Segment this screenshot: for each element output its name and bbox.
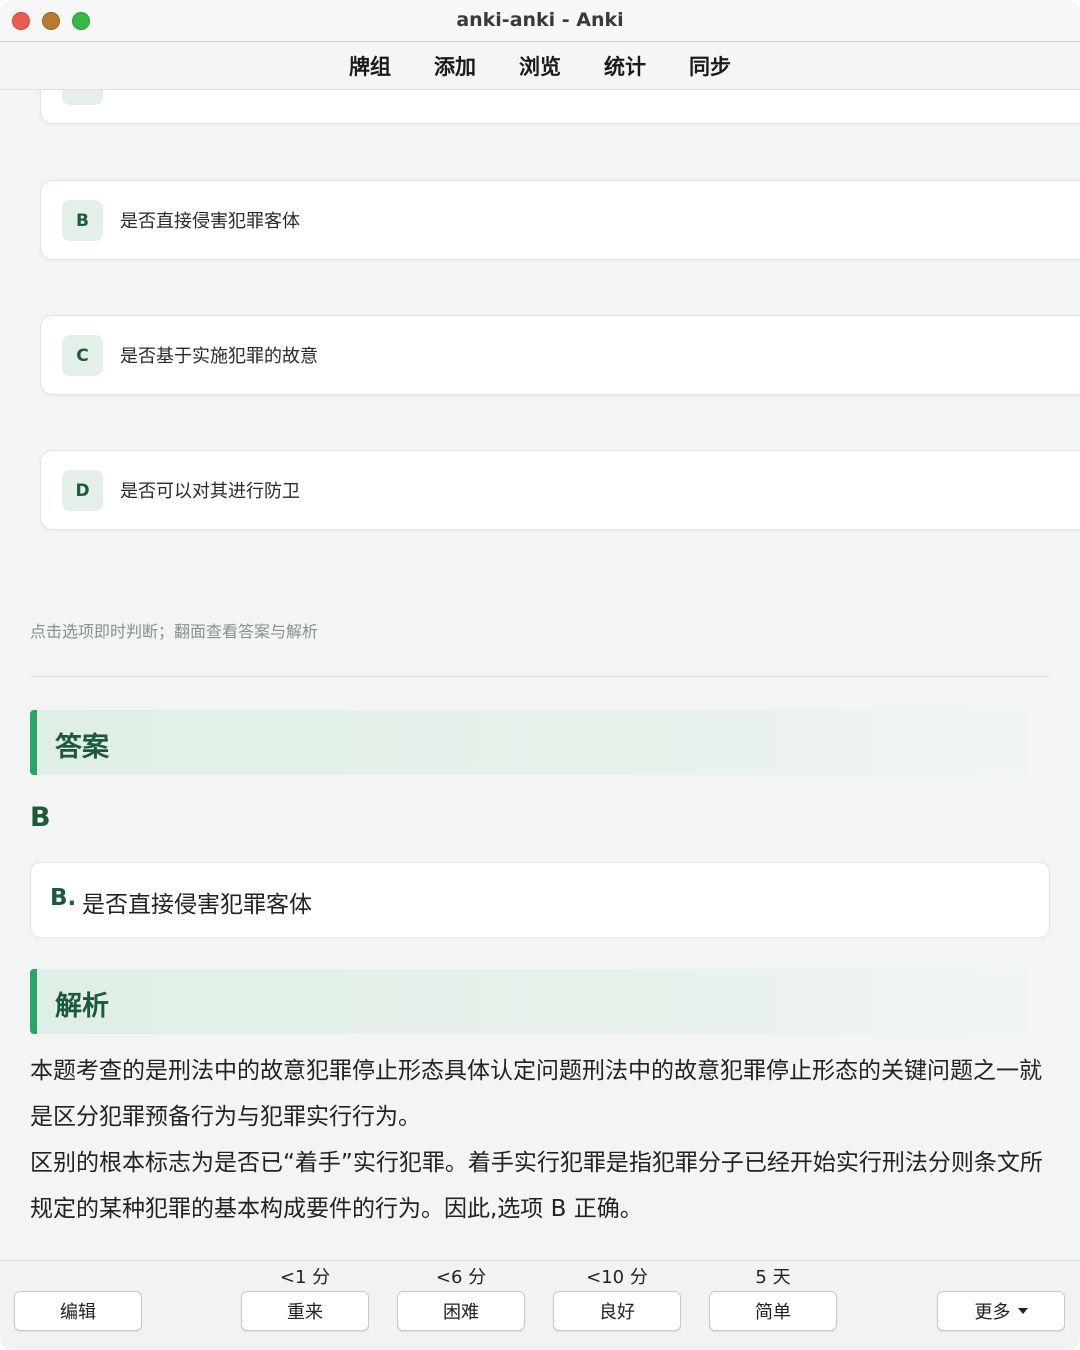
- hard-interval: <6 分: [435, 1267, 487, 1288]
- again-interval: <1 分: [279, 1267, 331, 1288]
- easy-button[interactable]: 简单: [709, 1291, 837, 1331]
- card-content: B 是否直接侵害犯罪客体 C 是否基于实施犯罪的故意 D 是否可以对其进行防卫 …: [0, 90, 1080, 1260]
- option-b-text: 是否直接侵害犯罪客体: [120, 211, 300, 232]
- again-button[interactable]: 重来: [241, 1291, 369, 1331]
- anki-window: anki-anki - Anki 牌组 添加 浏览 统计 同步 B 是否直接侵害…: [0, 0, 1080, 1350]
- option-b[interactable]: B 是否直接侵害犯罪客体: [40, 180, 1080, 260]
- easy-interval: 5 天: [755, 1267, 791, 1288]
- main-toolbar: 牌组 添加 浏览 统计 同步: [0, 43, 1080, 90]
- toolbar-browse[interactable]: 浏览: [519, 51, 561, 81]
- title-bar: anki-anki - Anki: [0, 0, 1080, 42]
- analysis-heading-text: 解析: [55, 991, 109, 1022]
- analysis-paragraph: 区别的根本标志为是否已“着手”实行犯罪。着手实行犯罪是指犯罪分子已经开始实行刑法…: [30, 1150, 1043, 1222]
- divider: [30, 676, 1050, 677]
- option-c-text: 是否基于实施犯罪的故意: [120, 346, 318, 367]
- toolbar-decks[interactable]: 牌组: [349, 51, 391, 81]
- option-c-badge: C: [62, 335, 103, 376]
- option-c[interactable]: C 是否基于实施犯罪的故意: [40, 315, 1080, 395]
- toolbar-sync[interactable]: 同步: [689, 51, 731, 81]
- answer-box-text: 是否直接侵害犯罪客体: [82, 892, 312, 918]
- option-d[interactable]: D 是否可以对其进行防卫: [40, 450, 1080, 530]
- more-button-label: 更多: [974, 1302, 1011, 1323]
- toolbar-stats[interactable]: 统计: [604, 51, 646, 81]
- review-bottom-bar: 编辑 <1 分 重来 <6 分 困难 <10 分 良好 5 天 简单 更多: [0, 1260, 1080, 1350]
- good-interval: <10 分: [586, 1267, 648, 1288]
- analysis-paragraph: 本题考查的是刑法中的故意犯罪停止形态具体认定问题刑法中的故意犯罪停止形态的关键问…: [30, 1058, 1042, 1130]
- toolbar-add[interactable]: 添加: [434, 51, 476, 81]
- caret-down-icon: [1017, 1308, 1028, 1314]
- answer-letter: B: [30, 802, 51, 833]
- answer-heading: 答案: [30, 710, 1050, 775]
- window-title: anki-anki - Anki: [456, 9, 624, 31]
- good-button[interactable]: 良好: [553, 1291, 681, 1331]
- answer-heading-text: 答案: [55, 732, 109, 763]
- more-button[interactable]: 更多: [937, 1291, 1065, 1331]
- answer-box-prefix: B.: [50, 885, 77, 911]
- hard-button[interactable]: 困难: [397, 1291, 525, 1331]
- edit-button[interactable]: 编辑: [14, 1291, 142, 1331]
- option-d-text: 是否可以对其进行防卫: [120, 481, 300, 502]
- option-a[interactable]: [40, 90, 1080, 124]
- analysis-body: 本题考查的是刑法中的故意犯罪停止形态具体认定问题刑法中的故意犯罪停止形态的关键问…: [30, 1048, 1055, 1232]
- answer-box: B. 是否直接侵害犯罪客体: [30, 862, 1050, 938]
- option-b-badge: B: [62, 200, 103, 241]
- option-a-badge: [62, 90, 103, 105]
- option-d-badge: D: [62, 470, 103, 511]
- analysis-heading: 解析: [30, 969, 1050, 1034]
- hint-text: 点击选项即时判断；翻面查看答案与解析: [30, 622, 319, 641]
